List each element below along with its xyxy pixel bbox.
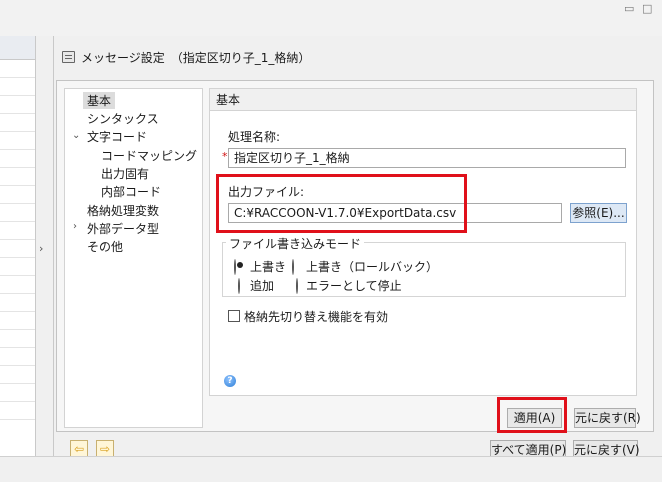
- list-row[interactable]: [0, 258, 35, 276]
- list-row[interactable]: [0, 402, 35, 420]
- list-row[interactable]: [0, 132, 35, 150]
- status-strip: [0, 456, 662, 482]
- list-row[interactable]: [0, 204, 35, 222]
- section-title: 基本: [210, 89, 636, 111]
- list-row[interactable]: [0, 312, 35, 330]
- nav-item-storage-variables[interactable]: 格納処理変数: [87, 202, 159, 219]
- switch-destination-checkbox[interactable]: [228, 310, 240, 322]
- nav-item-other[interactable]: その他: [87, 238, 123, 255]
- restore-button[interactable]: 元に戻す(R): [574, 408, 641, 428]
- list-row[interactable]: [0, 222, 35, 240]
- radio-stop-on-error[interactable]: [296, 278, 298, 294]
- top-strip: [0, 0, 662, 36]
- list-row[interactable]: [0, 384, 35, 402]
- nav-item-internal-code[interactable]: 内部コード: [101, 183, 161, 200]
- list-row[interactable]: [0, 186, 35, 204]
- list-row[interactable]: [0, 240, 35, 258]
- nav-item-external-data-type[interactable]: 外部データ型: [87, 220, 159, 237]
- list-row[interactable]: [0, 114, 35, 132]
- list-row[interactable]: [0, 78, 35, 96]
- document-icon: [62, 51, 75, 63]
- nav-item-syntax[interactable]: シンタックス: [87, 110, 159, 127]
- nav-item-charset[interactable]: 文字コード: [87, 128, 147, 145]
- required-mark: *: [222, 150, 228, 163]
- highlight-output-file: [216, 174, 467, 233]
- list-row[interactable]: [0, 150, 35, 168]
- stop-on-error-label: エラーとして停止: [306, 279, 402, 293]
- chevron-right-icon[interactable]: ›: [73, 221, 77, 232]
- maximize-icon[interactable]: □: [642, 2, 652, 15]
- settings-nav-tree: 基本 シンタックス ⌄ 文字コード コードマッピング 出力固有 内部コード 格納…: [64, 88, 203, 428]
- highlight-apply: [497, 397, 567, 433]
- list-row[interactable]: [0, 348, 35, 366]
- radio-overwrite-rollback[interactable]: [292, 259, 294, 275]
- list-row[interactable]: [0, 366, 35, 384]
- pane-splitter[interactable]: ›: [36, 36, 54, 456]
- switch-destination-label: 格納先切り替え機能を有効: [244, 310, 389, 324]
- nav-item-code-mapping[interactable]: コードマッピング: [101, 147, 197, 164]
- list-row[interactable]: [0, 294, 35, 312]
- radio-append[interactable]: [238, 278, 240, 294]
- help-icon[interactable]: ?: [224, 375, 236, 387]
- write-mode-title: ファイル書き込みモード: [226, 235, 365, 252]
- list-row[interactable]: [0, 330, 35, 348]
- radio-overwrite[interactable]: [234, 259, 236, 275]
- chevron-right-icon[interactable]: ›: [39, 242, 43, 255]
- list-row[interactable]: [0, 60, 35, 78]
- append-label: 追加: [250, 279, 275, 293]
- nav-item-output-specific[interactable]: 出力固有: [101, 165, 149, 182]
- overwrite-label: 上書き: [250, 260, 287, 274]
- minimize-icon[interactable]: ▭: [624, 2, 634, 15]
- process-name-label: 処理名称:: [228, 130, 281, 144]
- process-name-input[interactable]: 指定区切り子_1_格納: [228, 148, 626, 168]
- browse-button[interactable]: 参照(E)...: [570, 203, 627, 223]
- left-list-pane: [0, 36, 36, 456]
- editor-title-row: メッセージ設定 （指定区切り子_1_格納）: [62, 48, 310, 66]
- page-title: メッセージ設定 （指定区切り子_1_格納）: [81, 50, 311, 65]
- left-list-header: [0, 36, 35, 60]
- list-row[interactable]: [0, 168, 35, 186]
- list-row[interactable]: [0, 276, 35, 294]
- overwrite-rollback-label: 上書き（ロールバック）: [306, 260, 439, 274]
- chevron-down-icon[interactable]: ⌄: [72, 130, 80, 141]
- list-row[interactable]: [0, 96, 35, 114]
- nav-item-basic[interactable]: 基本: [83, 92, 116, 109]
